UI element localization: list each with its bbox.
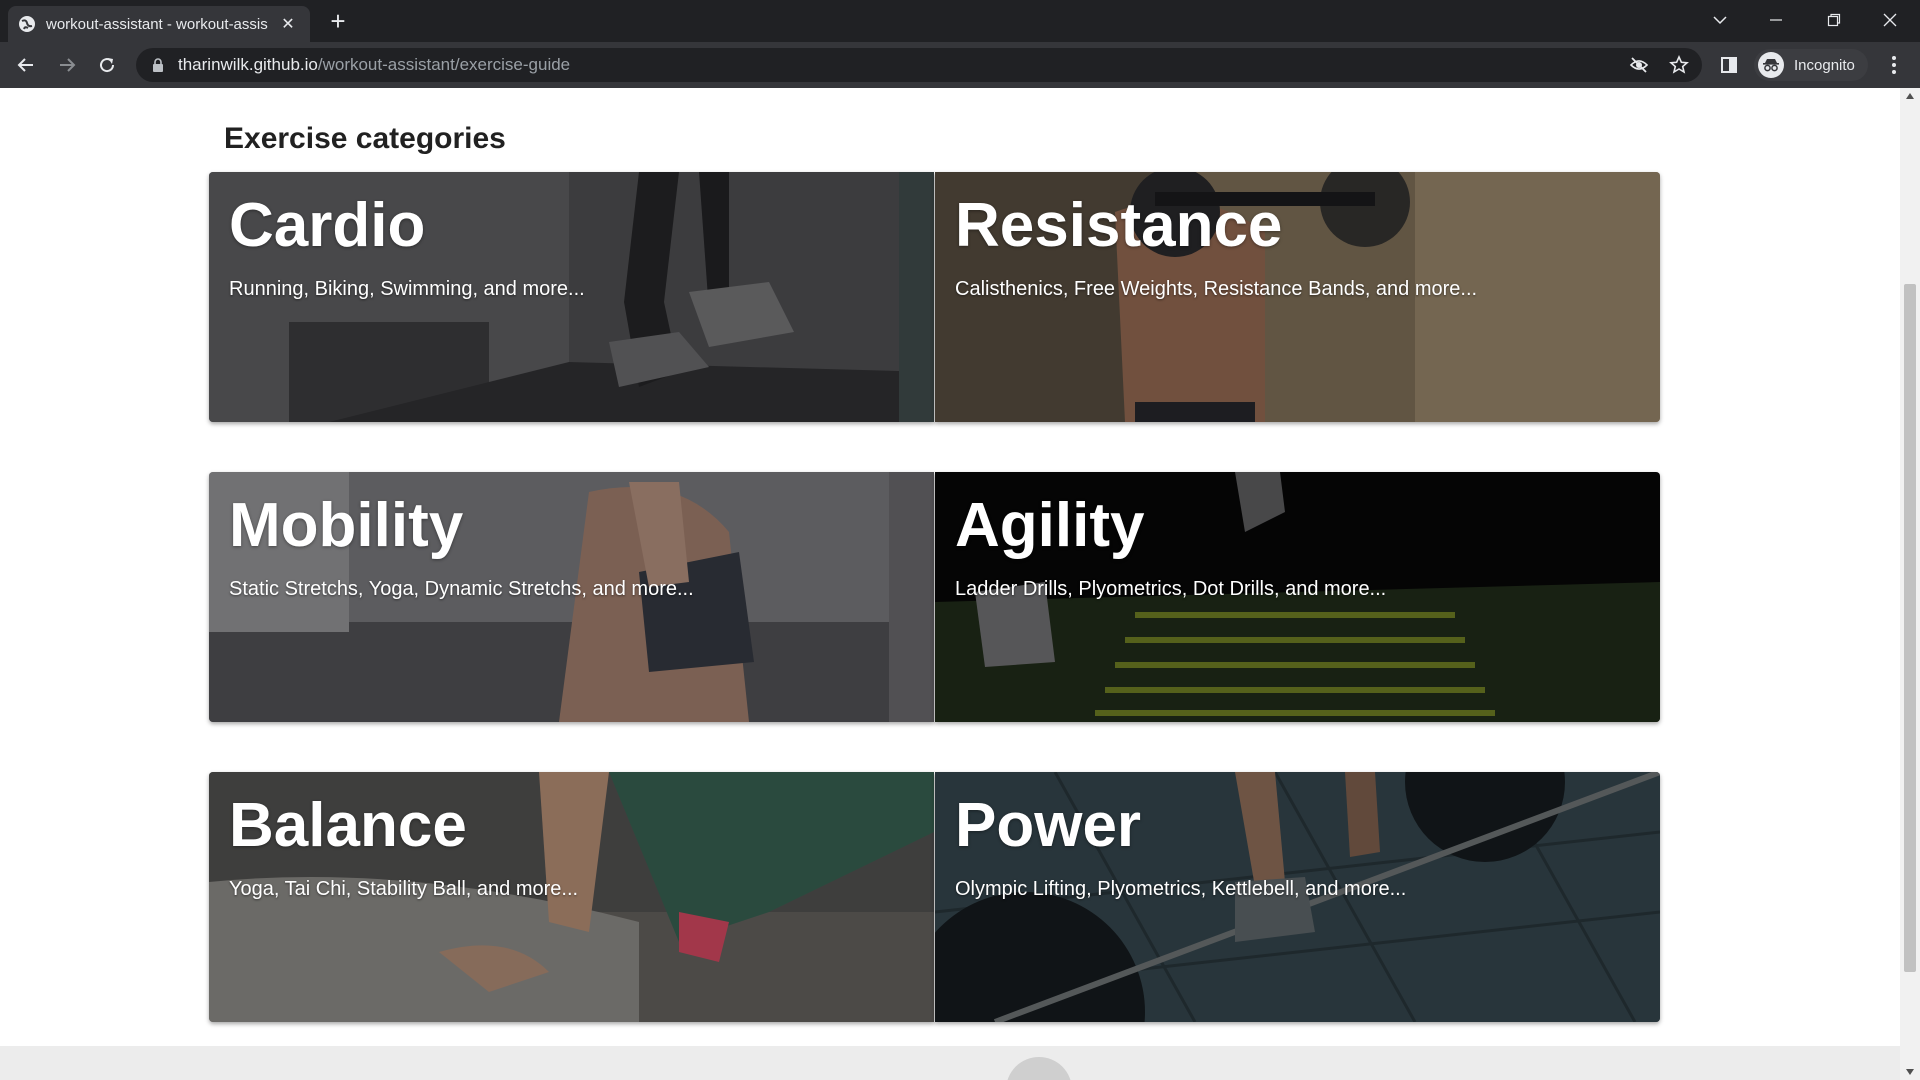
reload-button[interactable] <box>91 49 123 81</box>
category-description: Ladder Drills, Plyometrics, Dot Drills, … <box>955 578 1387 600</box>
category-title: Cardio <box>229 191 426 260</box>
category-title: Resistance <box>955 191 1283 260</box>
page-title: Exercise categories <box>224 122 506 155</box>
restore-window-button[interactable] <box>1806 0 1862 40</box>
tab-search-chevron-icon[interactable] <box>1692 0 1748 40</box>
category-card-balance[interactable]: Balance Yoga, Tai Chi, Stability Ball, a… <box>209 772 934 1022</box>
category-title: Balance <box>229 791 467 860</box>
page-viewport: Exercise categories Cardio Running, Biki… <box>0 88 1900 1080</box>
bottom-bar <box>0 1046 1900 1080</box>
side-panel-icon[interactable] <box>1713 49 1745 81</box>
category-title: Power <box>955 791 1142 860</box>
lock-icon[interactable] <box>150 57 166 73</box>
scrollbar-thumb[interactable] <box>1904 284 1916 972</box>
profile-label: Incognito <box>1794 56 1855 74</box>
incognito-icon <box>1758 52 1784 78</box>
url-text: tharinwilk.github.io/workout-assistant/e… <box>178 55 571 74</box>
category-description: Static Stretchs, Yoga, Dynamic Stretchs,… <box>229 578 694 600</box>
incognito-profile-button[interactable]: Incognito <box>1754 49 1868 81</box>
category-description: Calisthenics, Free Weights, Resistance B… <box>955 278 1478 300</box>
globe-icon <box>18 15 36 33</box>
category-title: Mobility <box>229 491 464 560</box>
scroll-down-arrow-icon[interactable] <box>1900 1064 1920 1080</box>
minimize-window-button[interactable] <box>1748 0 1804 40</box>
bookmark-star-icon[interactable] <box>1666 52 1692 78</box>
scroll-up-arrow-icon[interactable] <box>1900 88 1920 104</box>
category-description: Running, Biking, Swimming, and more... <box>229 278 585 300</box>
new-tab-button[interactable]: + <box>324 8 352 36</box>
kebab-menu-icon[interactable] <box>1878 49 1910 81</box>
category-card-agility[interactable]: Agility Ladder Drills, Plyometrics, Dot … <box>935 472 1660 722</box>
category-card-mobility[interactable]: Mobility Static Stretchs, Yoga, Dynamic … <box>209 472 934 722</box>
category-card-cardio[interactable]: Cardio Running, Biking, Swimming, and mo… <box>209 172 934 422</box>
browser-tab[interactable]: workout-assistant - workout-assistant ✕ <box>8 6 310 42</box>
back-button[interactable] <box>10 49 42 81</box>
page-scrollbar[interactable] <box>1900 88 1920 1080</box>
forward-button[interactable] <box>51 49 83 81</box>
category-description: Yoga, Tai Chi, Stability Ball, and more.… <box>229 878 579 900</box>
category-description: Olympic Lifting, Plyometrics, Kettlebell… <box>955 878 1407 900</box>
category-card-resistance[interactable]: Resistance Calisthenics, Free Weights, R… <box>935 172 1660 422</box>
browser-toolbar: tharinwilk.github.io/workout-assistant/e… <box>0 42 1920 88</box>
category-title: Agility <box>955 491 1145 560</box>
close-tab-icon[interactable]: ✕ <box>278 14 298 34</box>
close-window-button[interactable] <box>1862 0 1918 40</box>
browser-tab-strip: workout-assistant - workout-assistant ✕ … <box>0 0 1920 42</box>
category-card-power[interactable]: Power Olympic Lifting, Plyometrics, Kett… <box>935 772 1660 1022</box>
address-bar[interactable]: tharinwilk.github.io/workout-assistant/e… <box>136 48 1702 82</box>
tab-title: workout-assistant - workout-assistant <box>46 15 268 33</box>
eye-off-icon[interactable] <box>1626 52 1652 78</box>
